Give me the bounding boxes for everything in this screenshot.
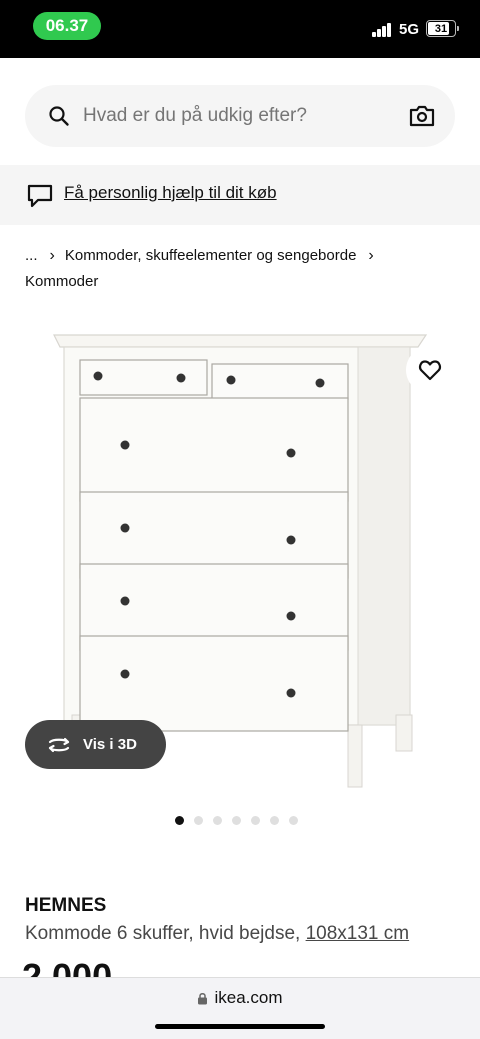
carousel-indicator [175, 816, 298, 825]
product-description-text: Kommode 6 skuffer, hvid bejdse, [25, 923, 301, 944]
carousel-dot[interactable] [232, 816, 241, 825]
chat-icon [27, 184, 53, 208]
chevron-right-icon: › [49, 247, 55, 264]
favorite-button[interactable] [406, 346, 454, 394]
product-size-link[interactable]: 108x131 cm [306, 923, 410, 944]
home-indicator[interactable] [155, 1024, 325, 1029]
status-time: 06.37 [33, 12, 101, 40]
view-3d-button[interactable]: Vis i 3D [25, 720, 166, 769]
url-display[interactable]: ikea.com [0, 988, 480, 1008]
carousel-dot[interactable] [213, 816, 222, 825]
browser-address-bar[interactable]: ikea.com [0, 977, 480, 1039]
carousel-dot[interactable] [175, 816, 184, 825]
search-input[interactable] [83, 85, 383, 147]
product-description: Kommode 6 skuffer, hvid bejdse, 108x131 … [25, 923, 409, 945]
view-3d-label: Vis i 3D [83, 736, 137, 753]
status-bar: 06.37 5G 31 [0, 0, 480, 58]
help-link[interactable]: Få personlig hjælp til dit køb [64, 183, 277, 203]
search-icon [49, 106, 69, 126]
carousel-dot[interactable] [194, 816, 203, 825]
rotate-3d-icon [48, 737, 70, 752]
breadcrumb-item-current[interactable]: Kommoder [25, 269, 98, 295]
carousel-dot[interactable] [251, 816, 260, 825]
battery-icon: 31 [426, 20, 459, 37]
breadcrumb: ... › Kommoder, skuffeelementer og senge… [25, 243, 465, 295]
product-name: HEMNES [25, 895, 107, 916]
signal-icon [372, 23, 392, 37]
camera-icon[interactable] [409, 104, 435, 128]
help-banner[interactable]: Få personlig hjælp til dit køb [0, 165, 480, 225]
network-label: 5G [399, 21, 420, 38]
breadcrumb-item-dressers-category[interactable]: Kommoder, skuffeelementer og sengeborde [65, 243, 357, 269]
url-text: ikea.com [214, 988, 283, 1007]
heart-icon [419, 360, 441, 381]
battery-level: 31 [434, 22, 448, 35]
carousel-dot[interactable] [289, 816, 298, 825]
search-bar[interactable] [25, 85, 455, 147]
chevron-right-icon: › [368, 247, 374, 264]
carousel-dot[interactable] [270, 816, 279, 825]
product-price: 2.000 [22, 956, 113, 977]
lock-icon [198, 992, 208, 1004]
breadcrumb-ellipsis[interactable]: ... [25, 243, 38, 269]
